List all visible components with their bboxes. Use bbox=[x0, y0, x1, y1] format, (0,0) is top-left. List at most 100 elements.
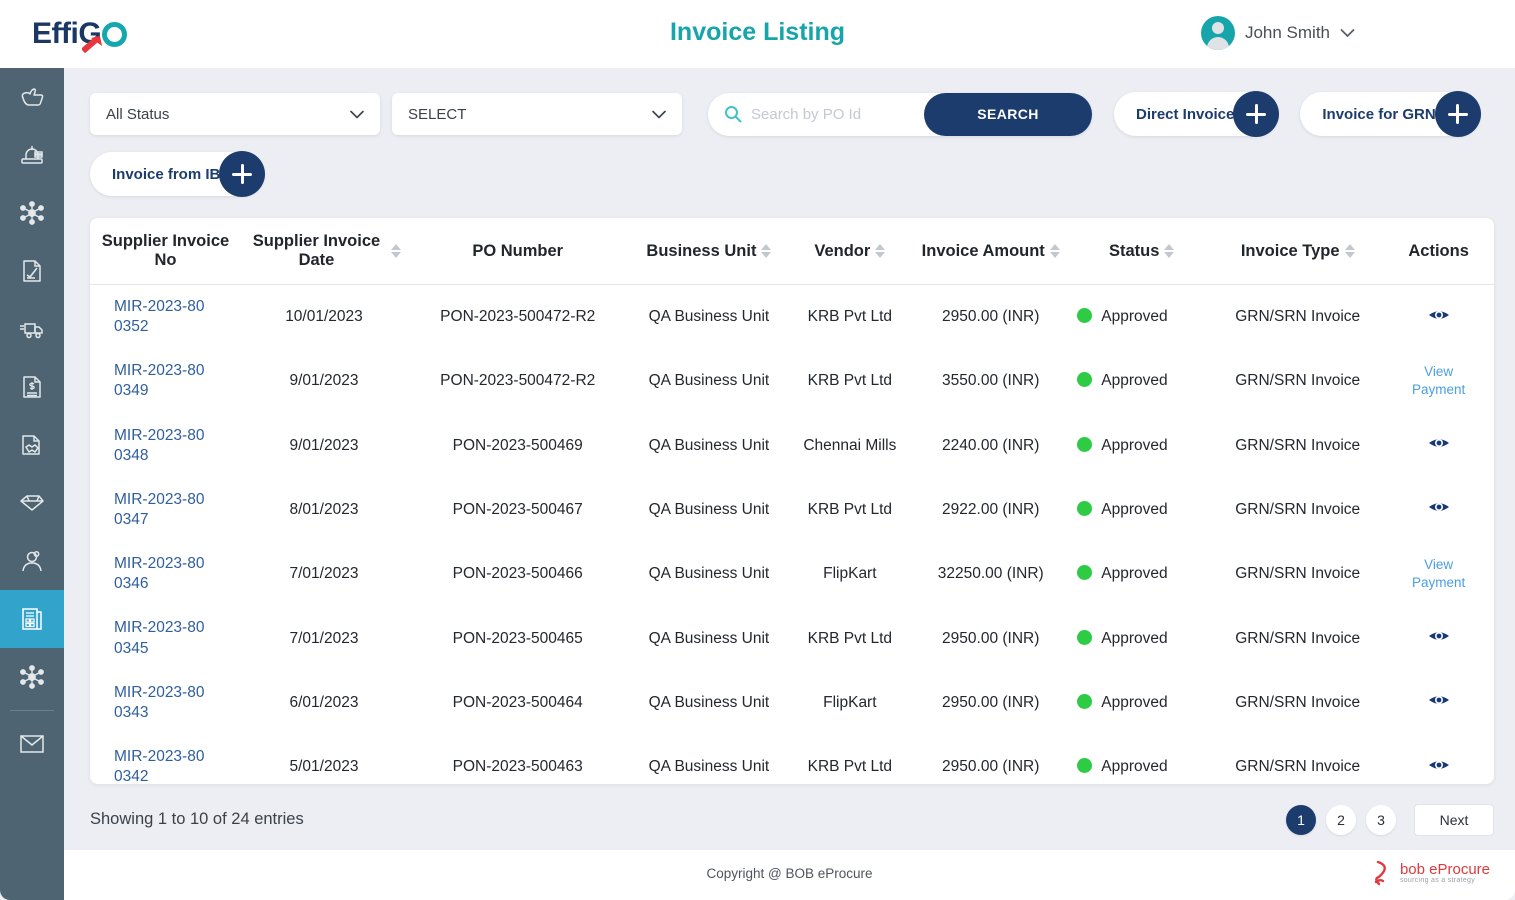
invoice-from-ib-button[interactable]: Invoice from IB bbox=[90, 151, 266, 197]
sort-icon[interactable] bbox=[875, 244, 886, 258]
logo-text-effi: Effi bbox=[32, 17, 79, 50]
view-payment-link[interactable]: View Payment bbox=[1409, 363, 1469, 399]
status-label: Approved bbox=[1101, 372, 1168, 390]
cell-po-number: PON-2023-500463 bbox=[452, 758, 583, 776]
cell-vendor: KRB Pvt Ltd bbox=[807, 308, 893, 326]
main-content: All Status SELECT SEARCH Direct Invoice … bbox=[64, 68, 1515, 850]
sort-icon[interactable] bbox=[1164, 244, 1175, 258]
column-vendor[interactable]: Vendor bbox=[789, 218, 911, 285]
pagination-page-3[interactable]: 3 bbox=[1366, 805, 1396, 835]
arrow-icon bbox=[82, 35, 103, 53]
cell-supplier-invoice-date: 7/01/2023 bbox=[289, 565, 359, 583]
invoice-from-ib-label: Invoice from IB bbox=[112, 165, 221, 183]
column-label: Invoice Amount bbox=[921, 241, 1045, 260]
column-business-unit[interactable]: Business Unit bbox=[628, 218, 790, 285]
invoice-no-link[interactable]: MIR-2023-800352 bbox=[114, 297, 210, 337]
column-po-number: PO Number bbox=[407, 218, 629, 285]
plus-icon[interactable] bbox=[1233, 91, 1280, 137]
status-label: Approved bbox=[1101, 565, 1168, 583]
invoice-no-link[interactable]: MIR-2023-800349 bbox=[114, 361, 210, 401]
status-filter-select[interactable]: All Status bbox=[90, 93, 380, 135]
pagination-page-2[interactable]: 2 bbox=[1326, 805, 1356, 835]
search-input[interactable] bbox=[751, 105, 911, 123]
sort-icon[interactable] bbox=[1344, 244, 1355, 258]
cell-status: Approved bbox=[1071, 735, 1212, 784]
invoice-no-link[interactable]: MIR-2023-800342 bbox=[114, 747, 210, 784]
cell-business-unit: QA Business Unit bbox=[648, 758, 770, 776]
column-supplier-invoice-date[interactable]: Supplier Invoice Date bbox=[240, 218, 408, 285]
effigo-logo[interactable]: Effi G bbox=[32, 17, 128, 53]
sidebar-item-network-2[interactable] bbox=[0, 648, 64, 706]
cell-actions bbox=[1383, 478, 1494, 542]
cell-invoice-amount: 2950.00 (INR) bbox=[942, 629, 1040, 647]
showing-entries-text: Showing 1 to 10 of 24 entries bbox=[90, 810, 304, 828]
table-row: MIR-2023-800343 6/01/2023 PON-2023-500464 Q… bbox=[90, 671, 1494, 735]
pagination-page-1[interactable]: 1 bbox=[1286, 805, 1316, 835]
sort-icon[interactable] bbox=[761, 244, 772, 258]
status-dot-icon bbox=[1077, 565, 1093, 581]
status-dot-icon bbox=[1077, 500, 1093, 516]
sidebar-item-user-badge[interactable] bbox=[0, 532, 64, 590]
cell-business-unit: QA Business Unit bbox=[648, 308, 770, 326]
invoice-no-link[interactable]: MIR-2023-800347 bbox=[114, 490, 210, 530]
sidebar-item-invoice-listing[interactable] bbox=[0, 590, 64, 648]
invoice-for-grn-button[interactable]: Invoice for GRN bbox=[1300, 91, 1481, 137]
invoice-no-link[interactable]: MIR-2023-800345 bbox=[114, 618, 210, 658]
view-eye-icon[interactable] bbox=[1428, 757, 1450, 773]
search-button[interactable]: SEARCH bbox=[924, 92, 1092, 136]
invoice-no-link[interactable]: MIR-2023-800346 bbox=[114, 554, 210, 594]
invoice-table-card: Supplier Invoice No Supplier Invoice Dat… bbox=[90, 218, 1494, 784]
filter-bar: All Status SELECT SEARCH Direct Invoice … bbox=[90, 91, 1481, 137]
sidebar-item-invoice-dollar[interactable] bbox=[0, 358, 64, 416]
cell-invoice-type: GRN/SRN Invoice bbox=[1235, 436, 1361, 454]
sort-icon[interactable] bbox=[391, 244, 402, 258]
column-status[interactable]: Status bbox=[1071, 218, 1213, 285]
sidebar-item-document-edit[interactable] bbox=[0, 242, 64, 300]
view-eye-icon[interactable] bbox=[1428, 499, 1450, 515]
sidebar-item-mail[interactable] bbox=[0, 715, 64, 773]
plus-icon[interactable] bbox=[1434, 91, 1481, 137]
pagination-next-button[interactable]: Next bbox=[1414, 804, 1494, 836]
column-label: Vendor bbox=[814, 241, 871, 260]
user-menu[interactable]: John Smith bbox=[1200, 16, 1355, 50]
plus-icon[interactable] bbox=[219, 151, 266, 197]
direct-invoice-button[interactable]: Direct Invoice bbox=[1114, 91, 1280, 137]
sidebar-divider bbox=[10, 710, 54, 711]
cell-po-number: PON-2023-500469 bbox=[452, 436, 583, 454]
view-eye-icon[interactable] bbox=[1428, 435, 1450, 451]
sidebar-item-auction[interactable] bbox=[0, 126, 64, 184]
cell-actions bbox=[1383, 735, 1494, 784]
type-filter-select[interactable]: SELECT bbox=[392, 93, 682, 135]
view-eye-icon[interactable] bbox=[1428, 307, 1450, 323]
column-invoice-amount[interactable]: Invoice Amount bbox=[910, 218, 1072, 285]
cell-supplier-invoice-no: MIR-2023-800346 bbox=[90, 542, 241, 606]
view-eye-icon[interactable] bbox=[1428, 692, 1450, 708]
table-row: MIR-2023-800342 5/01/2023 PON-2023-500463 Q… bbox=[90, 735, 1494, 784]
invoice-no-link[interactable]: MIR-2023-800348 bbox=[114, 426, 210, 466]
cell-po-number: PON-2023-500466 bbox=[452, 565, 583, 583]
sort-icon[interactable] bbox=[1049, 244, 1060, 258]
table-body: MIR-2023-800352 10/01/2023 PON-2023-500472… bbox=[90, 285, 1494, 784]
sidebar-item-delivery[interactable] bbox=[0, 300, 64, 358]
status-label: Approved bbox=[1101, 629, 1168, 647]
invoice-no-link[interactable]: MIR-2023-800343 bbox=[114, 683, 210, 723]
page-footer: Copyright @ BOB eProcure bob eProcure so… bbox=[64, 850, 1515, 900]
table-row: MIR-2023-800352 10/01/2023 PON-2023-500472… bbox=[90, 285, 1494, 350]
sidebar-item-contract[interactable] bbox=[0, 416, 64, 474]
cell-invoice-type: GRN/SRN Invoice bbox=[1235, 758, 1361, 776]
cell-invoice-type: GRN/SRN Invoice bbox=[1235, 693, 1361, 711]
sidebar-item-network[interactable] bbox=[0, 184, 64, 242]
cell-supplier-invoice-no: MIR-2023-800348 bbox=[90, 414, 241, 478]
column-invoice-type[interactable]: Invoice Type bbox=[1212, 218, 1384, 285]
column-label: Actions bbox=[1408, 241, 1469, 260]
view-payment-link[interactable]: View Payment bbox=[1409, 556, 1469, 592]
view-eye-icon[interactable] bbox=[1428, 628, 1450, 644]
column-label: Invoice Type bbox=[1240, 241, 1340, 260]
chevron-down-icon[interactable] bbox=[1340, 28, 1355, 38]
sidebar-item-thumbs-up[interactable] bbox=[0, 68, 64, 126]
invoice-dollar-icon bbox=[23, 376, 41, 398]
cell-business-unit: QA Business Unit bbox=[648, 372, 770, 390]
sidebar-item-gem[interactable] bbox=[0, 474, 64, 532]
cell-vendor: KRB Pvt Ltd bbox=[807, 758, 893, 776]
thumbs-up-icon bbox=[21, 88, 44, 106]
